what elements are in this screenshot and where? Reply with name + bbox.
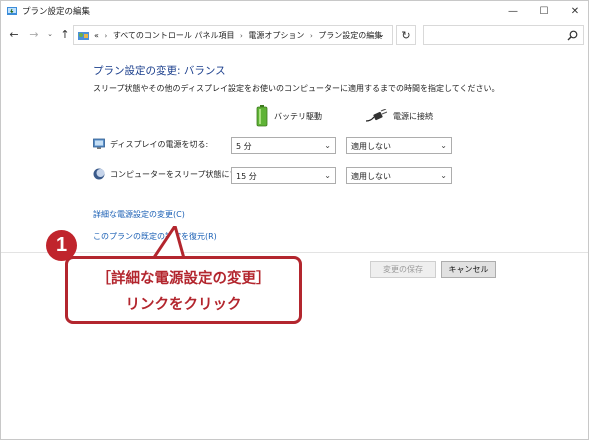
breadcrumb: « › すべてのコントロール パネル項目 › 電源オプション › プラン設定の編… [94, 30, 382, 41]
sleep-moon-icon [93, 168, 105, 180]
power-options-icon [7, 7, 17, 15]
display-off-battery-select[interactable]: 5 分 ⌄ [231, 137, 336, 154]
address-bar[interactable]: « › すべてのコントロール パネル項目 › 電源オプション › プラン設定の編… [73, 25, 393, 45]
sleep-battery-value: 15 分 [236, 172, 257, 181]
address-dropdown-icon[interactable]: ⌄ [378, 30, 385, 39]
recent-locations-dropdown[interactable]: ⌄ [43, 26, 57, 42]
instruction-callout: ［詳細な電源設定の変更］ リンクをクリック [65, 256, 302, 324]
sleep-battery-select[interactable]: 15 分 ⌄ [231, 167, 336, 184]
divider [1, 252, 588, 253]
callout-line-2: リンクをクリック [125, 297, 242, 313]
up-button[interactable]: ↑ [58, 26, 72, 42]
cancel-button[interactable]: キャンセル [441, 261, 496, 278]
maximize-button[interactable]: ☐ [529, 1, 559, 21]
main-content: プラン設定の変更: バランス スリープ状態やその他のディスプレイ設定をお使いのコ… [1, 49, 588, 440]
display-off-battery-value: 5 分 [236, 142, 252, 151]
title-bar: プラン設定の編集 — ☐ ✕ [1, 1, 588, 21]
column-battery: バッテリ駆動 [256, 104, 322, 128]
breadcrumb-separator-icon[interactable]: › [104, 32, 107, 40]
breadcrumb-separator-icon[interactable]: › [240, 32, 243, 40]
chevron-down-icon: ⌄ [440, 171, 447, 180]
advanced-power-settings-link[interactable]: 詳細な電源設定の変更(C) [93, 209, 185, 220]
breadcrumb-separator-icon[interactable]: › [310, 32, 313, 40]
power-plug-icon [365, 109, 387, 122]
refresh-button[interactable]: ↻ [396, 25, 416, 45]
breadcrumb-power-options[interactable]: 電源オプション [248, 31, 304, 40]
battery-icon [256, 105, 268, 127]
chevron-down-icon: ⌄ [324, 141, 331, 150]
column-plugged-label: 電源に接続 [393, 111, 433, 121]
search-input[interactable] [423, 25, 584, 45]
sleep-label: コンピューターをスリープ状態にする: [110, 170, 249, 179]
column-plugged: 電源に接続 [365, 104, 433, 128]
display-off-label: ディスプレイの電源を切る: [110, 140, 209, 149]
save-changes-button[interactable]: 変更の保存 [370, 261, 436, 278]
minimize-button[interactable]: — [498, 1, 528, 21]
callout-line-1: ［詳細な電源設定の変更］ [96, 271, 271, 287]
chevron-down-icon: ⌄ [324, 171, 331, 180]
display-off-plugged-value: 適用しない [351, 142, 391, 151]
breadcrumb-overflow[interactable]: « [94, 31, 99, 40]
column-battery-label: バッテリ駆動 [274, 111, 322, 121]
page-description: スリープ状態やその他のディスプレイ設定をお使いのコンピューターに適用するまでの時… [93, 84, 500, 93]
page-title: プラン設定の変更: バランス [93, 65, 226, 77]
chevron-down-icon: ⌄ [440, 141, 447, 150]
sleep-plugged-select[interactable]: 適用しない ⌄ [346, 167, 452, 184]
breadcrumb-all-items[interactable]: すべてのコントロール パネル項目 [113, 31, 235, 40]
back-button[interactable]: ← [7, 26, 21, 42]
monitor-icon [93, 138, 105, 149]
control-panel-icon [78, 32, 89, 40]
search-icon[interactable] [567, 30, 578, 41]
step-number-badge: 1 [46, 230, 77, 261]
control-panel-window: プラン設定の編集 — ☐ ✕ ← → ⌄ ↑ « › すべてのコントロール パネ… [0, 0, 589, 440]
window-title: プラン設定の編集 [22, 7, 91, 17]
sleep-plugged-value: 適用しない [351, 172, 391, 181]
forward-button[interactable]: → [27, 26, 41, 42]
close-button[interactable]: ✕ [560, 1, 589, 21]
navigation-bar: ← → ⌄ ↑ « › すべてのコントロール パネル項目 › 電源オプション ›… [1, 23, 588, 47]
breadcrumb-edit-plan[interactable]: プラン設定の編集 [318, 31, 382, 40]
display-off-plugged-select[interactable]: 適用しない ⌄ [346, 137, 452, 154]
